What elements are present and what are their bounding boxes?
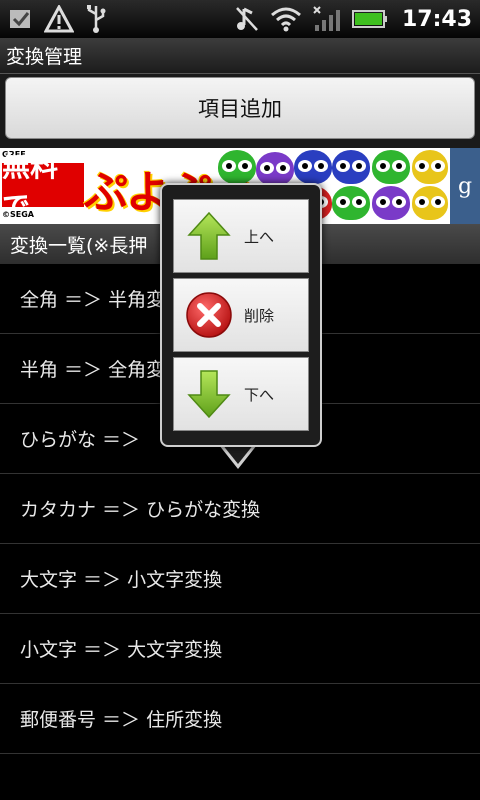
list-item[interactable]: 郵便番号 ＝＞ 住所変換 [0, 684, 480, 754]
wifi-icon [270, 6, 302, 32]
status-bar: 17:43 [0, 0, 480, 38]
add-item-label: 項目追加 [198, 97, 282, 121]
list-item-label: 半角 ＝＞ 全角変 [20, 359, 166, 381]
status-bar-right: 17:43 [234, 5, 472, 33]
list-item-label: 郵便番号 ＝＞ 住所変換 [20, 709, 223, 731]
toolbar: 項目追加 [0, 74, 480, 148]
puyo-green-icon [218, 150, 256, 184]
move-up-label: 上へ [244, 227, 275, 246]
status-bar-left [8, 4, 108, 34]
mute-icon [234, 5, 260, 33]
quick-action-popup: 上へ 削除 下へ [160, 183, 322, 447]
move-down-label: 下へ [244, 385, 275, 404]
usb-icon [84, 4, 108, 34]
status-clock: 17:43 [401, 6, 472, 32]
list-item-label: 大文字 ＝＞ 小文字変換 [20, 569, 223, 591]
list-item-label: 小文字 ＝＞ 大文字変換 [20, 639, 223, 661]
list-item-label: 全角 ＝＞ 半角変 [20, 289, 166, 311]
list-item-label: ひらがな ＝＞ [20, 429, 141, 451]
puyo-yellow-icon [412, 186, 448, 220]
list-item-label: カタカナ ＝＞ ひらがな変換 [20, 499, 261, 521]
ad-copyright: ©SEGA [2, 210, 34, 219]
puyo-yellow-icon [412, 150, 448, 184]
battery-icon [351, 8, 388, 30]
warning-icon [44, 5, 74, 33]
up-arrow-icon [174, 199, 244, 273]
page-title: 変換管理 [6, 46, 83, 68]
ad-free-text: 無料で [2, 150, 84, 223]
popup-pointer-inner [222, 444, 254, 464]
add-item-button[interactable]: 項目追加 [5, 77, 475, 139]
puyo-blue-icon [332, 150, 370, 184]
puyo-purple-icon [256, 152, 294, 186]
title-bar: 変換管理 [0, 38, 480, 74]
ad-side-logo: g [450, 148, 480, 224]
list-item[interactable]: 大文字 ＝＞ 小文字変換 [0, 544, 480, 614]
app-screen: 17:43 変換管理 項目追加 GREE 無料で ぷよぷよ ©SEGA g 変換… [0, 0, 480, 800]
list-header-label: 変換一覧(※長押 [10, 234, 148, 257]
delete-icon [174, 278, 244, 352]
move-up-button[interactable]: 上へ [173, 199, 309, 273]
delete-button[interactable]: 削除 [173, 278, 309, 352]
delete-label: 削除 [244, 306, 275, 325]
signal-icon [312, 5, 342, 33]
list-item[interactable]: 小文字 ＝＞ 大文字変換 [0, 614, 480, 684]
puyo-blue-icon [294, 150, 332, 184]
puyo-green-icon [372, 150, 410, 184]
move-down-button[interactable]: 下へ [173, 357, 309, 431]
list-item[interactable]: カタカナ ＝＞ ひらがな変換 [0, 474, 480, 544]
puyo-green-icon [332, 186, 370, 220]
checkbox-icon [8, 7, 34, 31]
down-arrow-icon [174, 357, 244, 431]
puyo-purple-icon [372, 186, 410, 220]
